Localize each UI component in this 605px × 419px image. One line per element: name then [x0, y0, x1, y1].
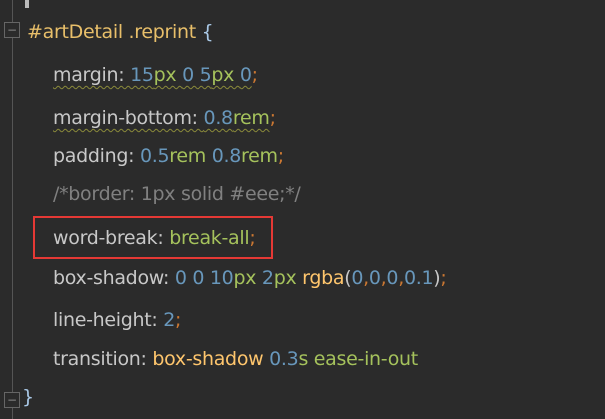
code-token-unit: px [233, 267, 262, 289]
code-token-num: 0 [368, 267, 381, 289]
highlight-box [33, 216, 273, 259]
fold-collapse-icon[interactable]: − [4, 22, 20, 38]
code-token-num: 0.1 [403, 267, 434, 289]
code-token-unit: px [273, 267, 303, 289]
code-line[interactable]: padding: 0.5rem 0.8rem; [53, 144, 284, 168]
code-token-semi: ; [440, 267, 447, 289]
code-token-cmt: /*border: 1px solid #eee;*/ [53, 183, 301, 205]
code-token-num: 0.8 [203, 107, 234, 129]
fold-end-icon[interactable]: − [4, 392, 20, 408]
code-token-num: 0 [386, 267, 399, 289]
code-token-brace: { [201, 21, 214, 43]
code-token-prop: box-shadow: [53, 267, 175, 289]
code-token-unit: rem [241, 145, 278, 167]
code-token-num: 0 5 [182, 64, 212, 86]
code-token-unit: px [153, 64, 183, 86]
code-line[interactable]: /*border: 1px solid #eee;*/ [53, 182, 301, 206]
code-token-brace: } [22, 386, 34, 408]
code-token-num: 0 [239, 64, 252, 86]
code-token-val: ease-in-out [313, 348, 418, 370]
code-token-unit: rem [169, 145, 212, 167]
code-token-prop: margin-bottom: [53, 107, 204, 129]
code-token-prop: line-height: [53, 309, 164, 331]
gutter-line [12, 0, 13, 419]
code-token-prop: margin: [53, 64, 131, 86]
code-token-unit: rem [232, 107, 270, 129]
code-token-num: 2 [261, 267, 274, 289]
code-line[interactable]: margin: 15px 0 5px 0; [53, 63, 258, 87]
code-token-num: 0.3 [269, 348, 299, 370]
code-line[interactable]: box-shadow: 0 0 10px 2px rgba(0,0,0,0.1)… [53, 266, 447, 290]
code-token-semi: ; [251, 64, 258, 86]
code-token-unit: px [211, 64, 240, 86]
code-line[interactable]: line-height: 2; [53, 308, 181, 332]
code-token-fn: rgba [302, 267, 345, 289]
code-token-unit: s [298, 348, 314, 370]
code-line[interactable]: #artDetail .reprint { [27, 20, 214, 44]
code-token-num: 0.5 [139, 145, 170, 167]
text-caret [25, 0, 29, 8]
code-token-semi: ; [175, 309, 182, 331]
code-token-sel: #artDetail .reprint [27, 21, 202, 43]
code-token-num: 15 [130, 64, 154, 86]
code-line[interactable]: } [22, 385, 34, 409]
code-line[interactable]: margin-bottom: 0.8rem; [53, 106, 276, 130]
code-token-num: 0 0 10 [174, 267, 234, 289]
code-token-num: 0.8 [211, 145, 242, 167]
code-token-num: 0 [351, 267, 364, 289]
code-token-num: 2 [163, 309, 176, 331]
code-line[interactable]: transition: box-shadow 0.3s ease-in-out [53, 347, 418, 371]
code-token-semi: ; [269, 107, 276, 129]
code-token-prop: transition: [53, 348, 153, 370]
code-token-prop: padding: [53, 145, 140, 167]
code-token-semi: ; [277, 145, 284, 167]
code-token-kw: box-shadow [152, 348, 270, 370]
